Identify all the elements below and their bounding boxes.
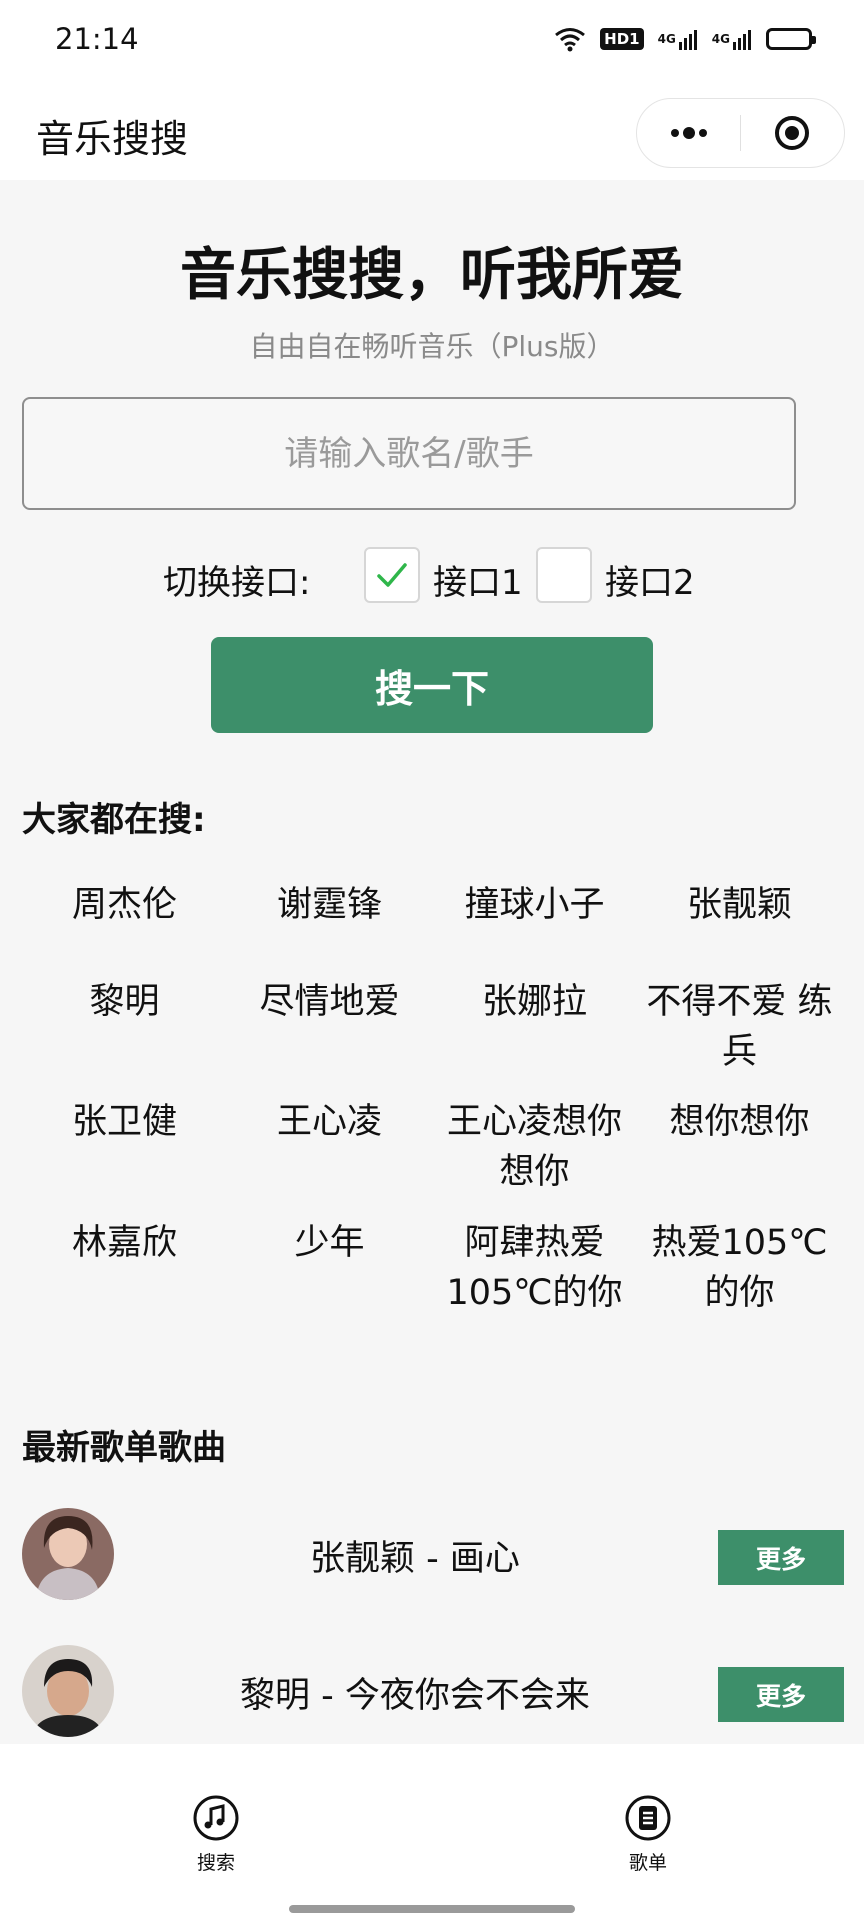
hero-title: 音乐搜搜，听我所爱 <box>180 243 684 308</box>
more-button[interactable]: 更多 <box>718 1667 844 1722</box>
tab-search-label: 搜索 <box>196 1852 235 1874</box>
tab-playlist-label: 歌单 <box>628 1852 667 1874</box>
hot-search-item[interactable]: 张靓颖 <box>637 880 842 930</box>
hero-subtitle: 自由自在畅听音乐（Plus版） <box>249 330 615 363</box>
network-label-2: 4G <box>711 32 730 46</box>
hd-badge: HD1 <box>600 28 644 50</box>
music-note-icon <box>193 1795 239 1841</box>
page-title: 音乐搜搜 <box>36 117 189 161</box>
api-switch-label: 切换接口: <box>163 563 311 603</box>
tab-bar: 搜索 歌单 <box>0 1744 864 1920</box>
hot-search-item[interactable]: 林嘉欣 <box>22 1218 227 1268</box>
hot-search-item[interactable]: 谢霆锋 <box>227 880 432 930</box>
signal-icon-2: 4G <box>712 28 752 50</box>
hot-search-item[interactable]: 不得不爱 练兵 <box>637 977 842 1077</box>
hot-searches-title: 大家都在搜: <box>22 800 206 840</box>
hot-search-item[interactable]: 王心凌想你想你 <box>432 1097 637 1197</box>
song-row[interactable]: 黎明 - 今夜你会不会来 更多 <box>0 1637 864 1747</box>
status-bar: 21:14 HD1 4G 4G <box>0 0 864 80</box>
hot-search-item[interactable]: 张卫健 <box>22 1097 227 1147</box>
api1-checkbox[interactable] <box>364 547 420 603</box>
api2-label: 接口2 <box>605 563 695 603</box>
hot-search-item[interactable]: 周杰伦 <box>22 880 227 930</box>
search-button[interactable]: 搜一下 <box>211 637 653 733</box>
status-time: 21:14 <box>55 22 139 56</box>
api1-label: 接口1 <box>433 563 523 603</box>
hot-search-item[interactable]: 想你想你 <box>637 1097 842 1147</box>
battery-icon <box>766 28 816 50</box>
api-switch-row: 切换接口: 接口1 接口2 <box>0 545 864 605</box>
network-label: 4G <box>657 32 676 46</box>
more-button[interactable]: 更多 <box>718 1530 844 1585</box>
more-dots-icon <box>670 127 707 139</box>
hot-search-item[interactable]: 撞球小子 <box>432 880 637 930</box>
song-name: 黎明 - 今夜你会不会来 <box>240 1676 590 1716</box>
hot-search-item[interactable]: 阿肆热爱105℃的你 <box>432 1218 637 1318</box>
more-button[interactable] <box>637 99 740 167</box>
song-name: 张靓颖 - 画心 <box>310 1539 520 1579</box>
status-icons: HD1 4G 4G <box>554 26 816 52</box>
signal-icon: 4G <box>658 28 698 50</box>
check-icon <box>377 563 407 587</box>
close-button[interactable] <box>741 99 844 167</box>
avatar <box>22 1645 114 1737</box>
nav-bar: 音乐搜搜 <box>0 80 864 180</box>
avatar <box>22 1508 114 1600</box>
playlist-title: 最新歌单歌曲 <box>22 1428 226 1468</box>
hot-search-item[interactable]: 热爱105℃的你 <box>637 1218 842 1318</box>
hot-search-item[interactable]: 黎明 <box>22 977 227 1027</box>
hot-search-item[interactable]: 王心凌 <box>227 1097 432 1147</box>
mini-program-capsule <box>636 98 845 168</box>
list-icon <box>625 1795 671 1841</box>
tab-playlist[interactable]: 歌单 <box>588 1794 708 1875</box>
main-content: 音乐搜搜，听我所爱 自由自在畅听音乐（Plus版） 切换接口: 接口1 接口2 … <box>0 180 864 1740</box>
tab-search[interactable]: 搜索 <box>156 1794 276 1875</box>
song-row[interactable]: 张靓颖 - 画心 更多 <box>0 1500 864 1610</box>
wifi-icon <box>554 26 586 52</box>
search-input[interactable] <box>22 397 796 510</box>
home-indicator <box>289 1905 575 1913</box>
api2-checkbox[interactable] <box>536 547 592 603</box>
hot-search-item[interactable]: 张娜拉 <box>432 977 637 1027</box>
hot-search-item[interactable]: 尽情地爱 <box>227 977 432 1027</box>
target-circle-icon <box>775 116 810 150</box>
hot-search-item[interactable]: 少年 <box>227 1218 432 1268</box>
